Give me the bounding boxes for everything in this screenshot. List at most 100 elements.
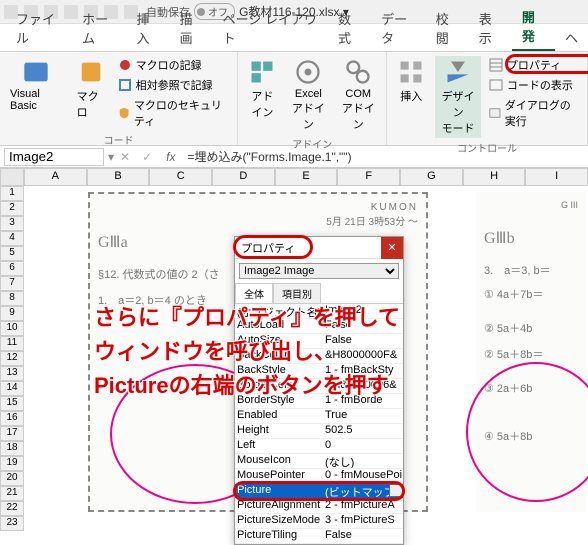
property-row[interactable]: PictureTilingFalse [235,529,403,544]
row-header[interactable]: 20 [0,471,24,486]
property-row[interactable]: AutoSizeFalse [235,334,403,349]
view-code-button[interactable]: コードの表示 [487,76,581,94]
row-header[interactable]: 6 [0,261,24,276]
tab-表示[interactable]: 表示 [469,5,512,51]
property-row[interactable]: EnabledTrue [235,409,403,424]
row-header[interactable]: 16 [0,411,24,426]
macro-button[interactable]: マクロ [73,56,110,122]
row-header[interactable]: 2 [0,201,24,216]
cells-area[interactable]: KUMON 5月 21日 3時53分 ～ GⅢa §12. 代数式の値の 2（さ… [24,186,588,526]
property-row[interactable]: PictureAlignment2 - fmPictureA [235,499,403,514]
gcode: G III [484,200,578,210]
property-value[interactable]: False [323,319,403,333]
row-header[interactable]: 9 [0,306,24,321]
property-row[interactable]: Left0 [235,439,403,454]
column-header[interactable]: G [400,168,463,186]
property-value[interactable]: Image2 [323,304,403,318]
property-row[interactable]: Height502.5 [235,424,403,439]
insert-control-button[interactable]: 挿入 [393,56,429,106]
column-header[interactable]: C [149,168,212,186]
select-all-corner[interactable] [0,168,24,186]
record-macro-button[interactable]: マクロの記録 [116,56,232,74]
tab-描画[interactable]: 描画 [170,5,213,51]
object-selector[interactable]: Image2 Image [239,263,399,279]
row-header[interactable]: 3 [0,216,24,231]
row-header[interactable]: 17 [0,426,24,441]
property-value[interactable]: 1 - fmBackSty [323,364,403,378]
column-header[interactable]: F [337,168,400,186]
column-header[interactable]: D [212,168,275,186]
row-header[interactable]: 22 [0,501,24,516]
row-header[interactable]: 7 [0,276,24,291]
property-name: AutoSize [235,334,323,348]
property-row[interactable]: (オブジェクト名)Image2 [235,304,403,319]
row-header[interactable]: 21 [0,486,24,501]
row-header[interactable]: 4 [0,231,24,246]
properties-titlebar[interactable]: プロパティ ✕ [235,237,403,259]
property-value[interactable]: &H80000006& [323,379,403,393]
cancel-icon[interactable]: ✕ [114,150,136,164]
tab-ファイル[interactable]: ファイル [6,5,72,51]
property-value[interactable]: 0 [323,439,403,453]
tab-データ[interactable]: データ [371,5,426,51]
property-grid[interactable]: (オブジェクト名)Image2AutoLoadFalseAutoSizeFals… [235,304,403,544]
row-header[interactable]: 14 [0,381,24,396]
row-header[interactable]: 15 [0,396,24,411]
name-box[interactable] [4,148,104,166]
column-header[interactable]: B [87,168,150,186]
row-header[interactable]: 11 [0,336,24,351]
addins-button[interactable]: アド イン [244,56,280,122]
ribbon: Visual Basic マクロ マクロの記録 相対参照で記録 マクロのセキュリ… [0,52,588,146]
tab-ホーム[interactable]: ホーム [72,5,126,51]
property-value[interactable]: False [323,529,403,543]
property-value[interactable]: False [323,334,403,348]
row-header[interactable]: 12 [0,351,24,366]
row-header[interactable]: 8 [0,291,24,306]
row-header[interactable]: 18 [0,441,24,456]
excel-addins-button[interactable]: Excel アドイン [286,56,330,134]
property-value[interactable]: &H8000000F& [323,349,403,363]
com-addins-button[interactable]: COM アドイン [336,56,380,134]
row-header[interactable]: 5 [0,246,24,261]
property-row[interactable]: MouseIcon(なし) [235,454,403,469]
confirm-icon[interactable]: ✓ [136,150,158,164]
property-value[interactable]: 1 - fmBorde [323,394,403,408]
close-icon[interactable]: ✕ [381,237,403,259]
row-header[interactable]: 10 [0,321,24,336]
property-row[interactable]: BackColor&H8000000F& [235,349,403,364]
design-mode-button[interactable]: デザイン モード [435,56,481,138]
tab-開発[interactable]: 開発 [512,3,555,51]
column-header[interactable]: H [463,168,526,186]
tab-ヘ[interactable]: ヘ [555,24,588,51]
property-name: PictureSizeMode [235,514,323,528]
column-header[interactable]: A [24,168,87,186]
property-value[interactable]: (なし) [323,454,403,468]
macro-security-button[interactable]: マクロのセキュリティ [116,96,232,130]
tab-all[interactable]: 全体 [235,283,273,303]
property-row[interactable]: BackStyle1 - fmBackSty [235,364,403,379]
tab-校閲[interactable]: 校閲 [426,5,469,51]
property-value[interactable]: 2 - fmPictureA [323,499,403,513]
row-header[interactable]: 19 [0,456,24,471]
tab-挿入[interactable]: 挿入 [126,5,169,51]
property-row[interactable]: PictureSizeMode3 - fmPictureS [235,514,403,529]
property-value[interactable]: True [323,409,403,423]
property-name: BackColor [235,349,323,363]
run-dialog-button[interactable]: ダイアログの実行 [487,96,581,130]
properties-window[interactable]: プロパティ ✕ Image2 Image 全体 項目別 (オブジェクト名)Ima… [234,236,404,545]
column-header[interactable]: E [275,168,338,186]
filename-label[interactable]: G教材116-120.xlsx ▾ [239,3,349,20]
property-value[interactable]: 3 - fmPictureS [323,514,403,528]
row-header[interactable]: 1 [0,186,24,201]
property-row[interactable]: BorderColor&H80000006& [235,379,403,394]
property-row[interactable]: BorderStyle1 - fmBorde [235,394,403,409]
row-header[interactable]: 13 [0,366,24,381]
column-header[interactable]: I [525,168,588,186]
property-row[interactable]: AutoLoadFalse [235,319,403,334]
fx-icon[interactable]: fx [158,150,183,164]
property-value[interactable]: 502.5 [323,424,403,438]
visual-basic-button[interactable]: Visual Basic [6,56,67,114]
row-header[interactable]: 23 [0,516,24,531]
relative-ref-button[interactable]: 相対参照で記録 [116,76,232,94]
tab-categorized[interactable]: 項目別 [273,283,321,303]
